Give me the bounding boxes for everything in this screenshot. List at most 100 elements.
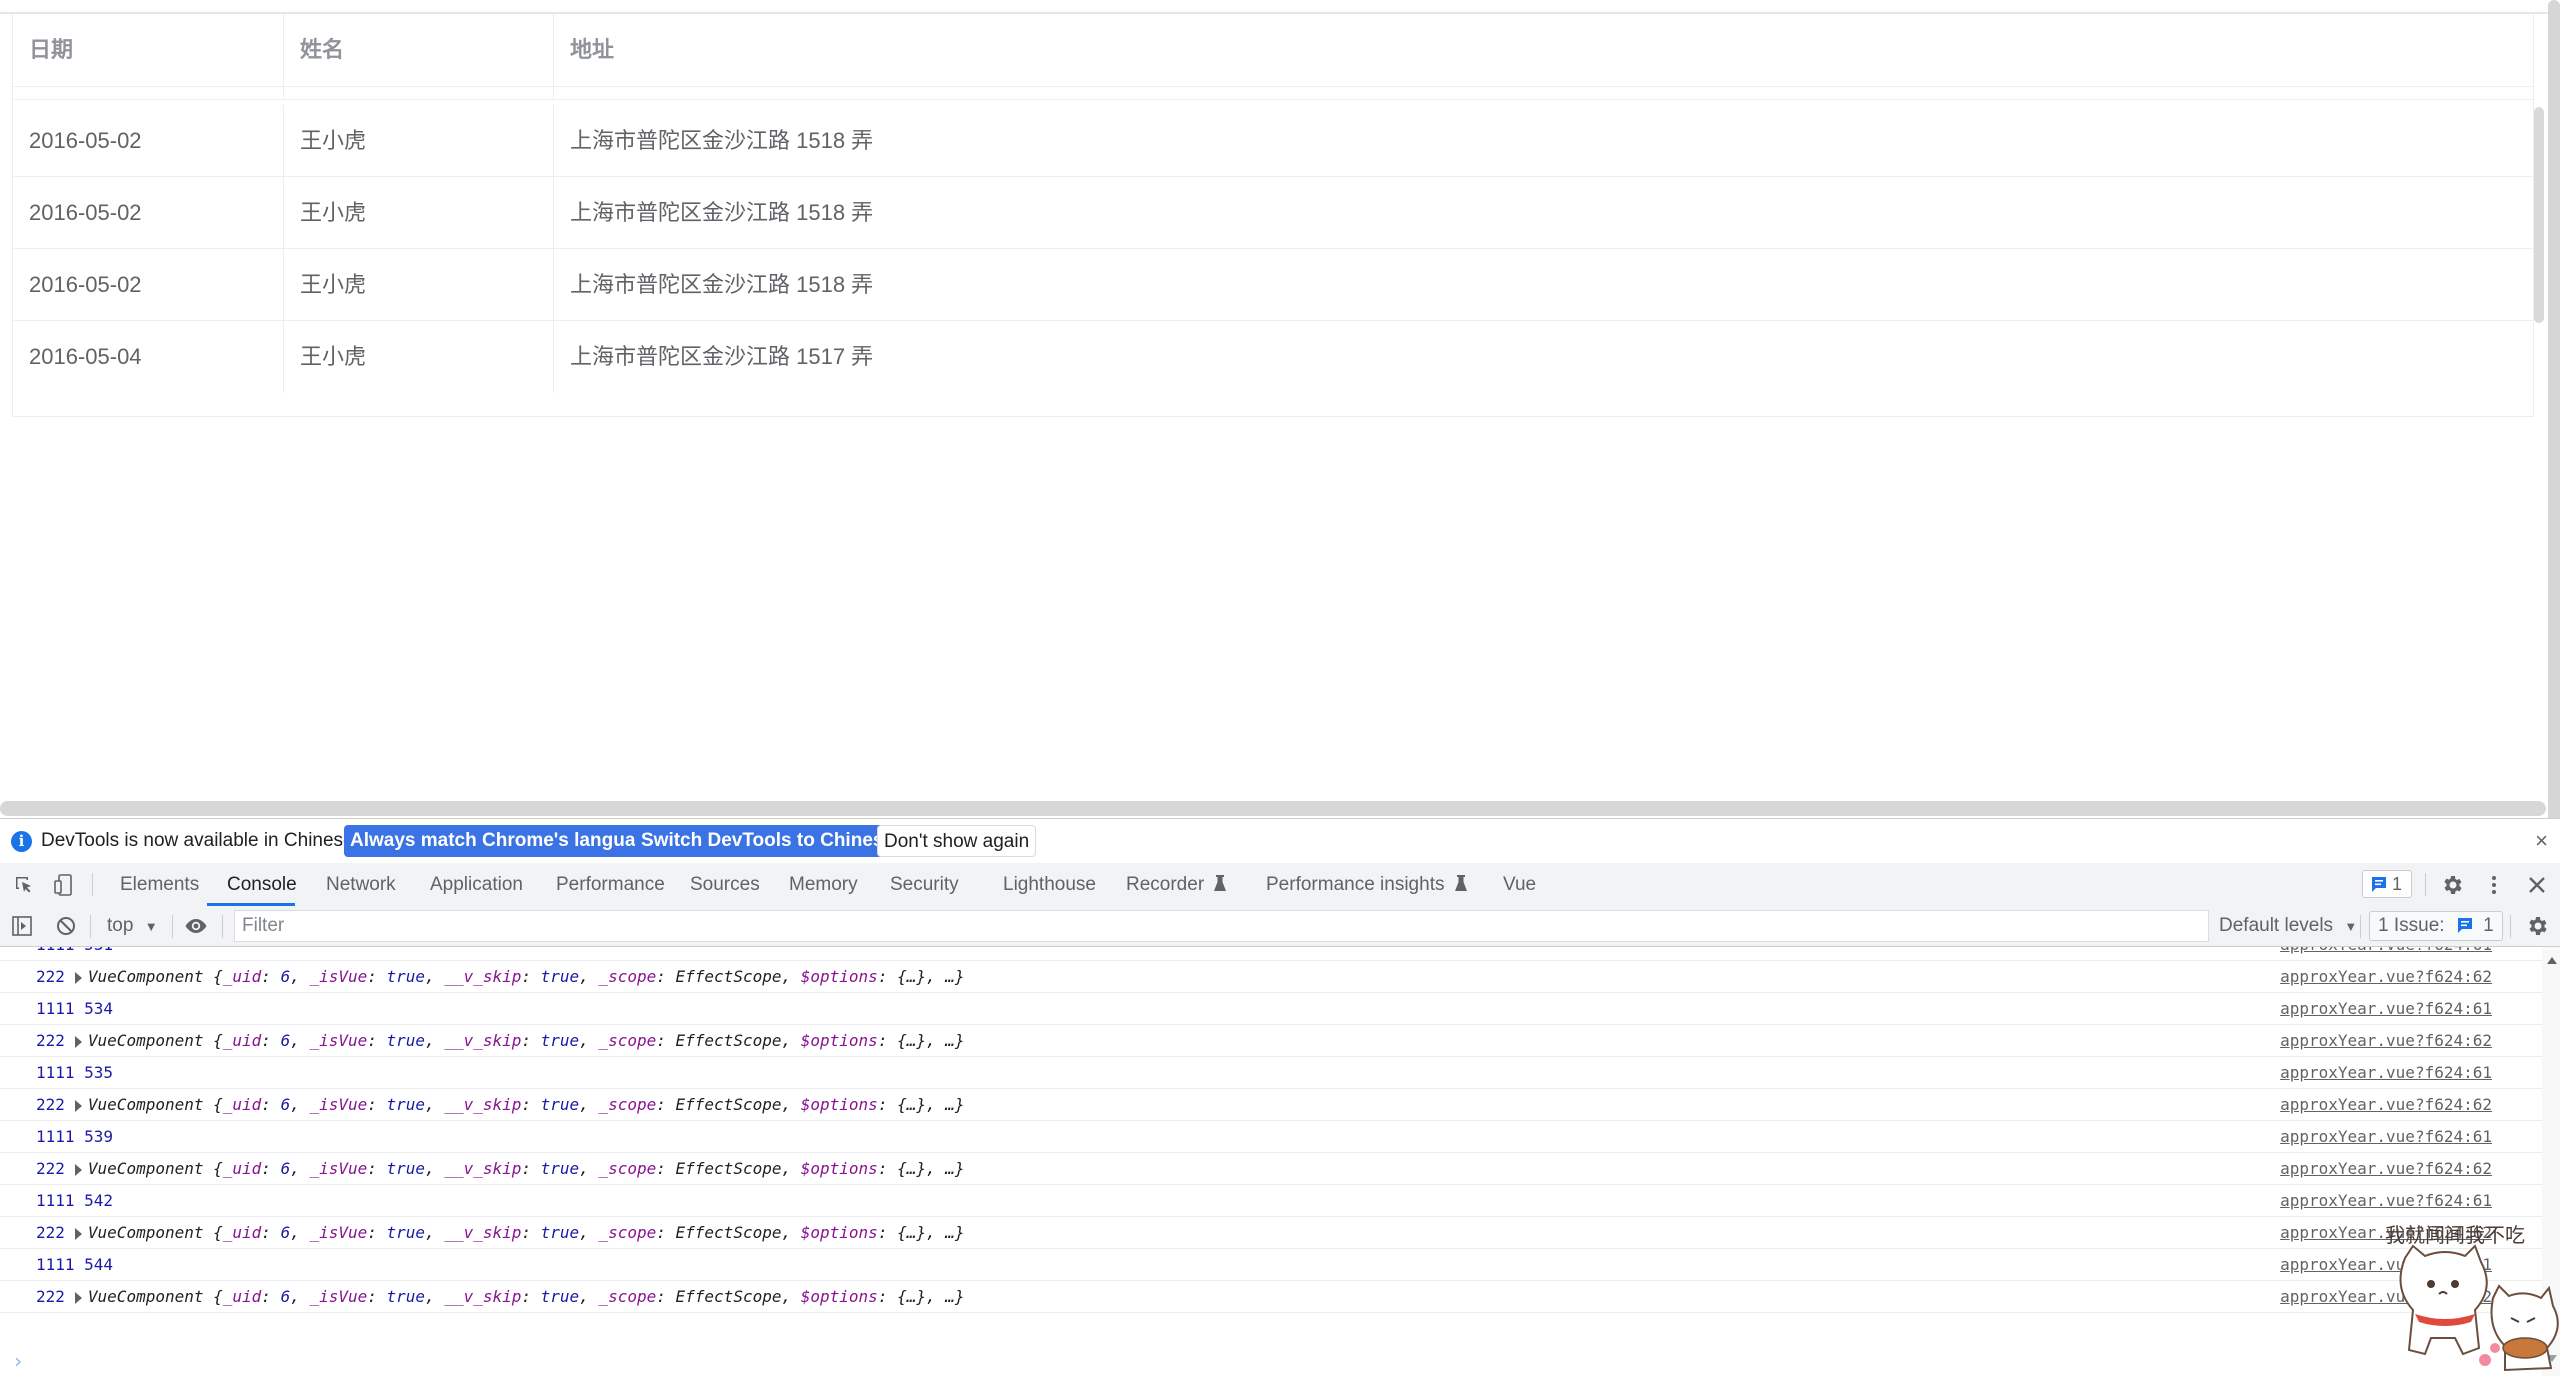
separator <box>172 915 173 938</box>
source-link[interactable]: approxYear.vue?f624:62 <box>2280 1025 2492 1056</box>
page-vertical-scrollbar[interactable] <box>2548 0 2560 818</box>
object-preview[interactable]: VueComponent {_uid: 6, _isVue: true, __v… <box>88 1223 965 1242</box>
cat-left <box>2399 1244 2488 1356</box>
source-link[interactable]: approxYear.vue?f624:62 <box>2280 1089 2492 1120</box>
console-settings-icon[interactable] <box>2525 914 2549 938</box>
tab-memory[interactable]: Memory <box>789 863 858 906</box>
expand-triangle-icon[interactable] <box>74 971 82 984</box>
flask-icon <box>1214 875 1227 891</box>
gear-icon[interactable] <box>2440 873 2464 897</box>
expand-triangle-icon[interactable] <box>74 1035 82 1048</box>
tab-application[interactable]: Application <box>430 863 523 906</box>
header-name[interactable]: 姓名 <box>284 14 554 86</box>
tab-sources[interactable]: Sources <box>690 863 760 906</box>
object-preview[interactable]: VueComponent {_uid: 6, _isVue: true, __v… <box>88 967 965 986</box>
expand-triangle-icon[interactable] <box>74 1227 82 1240</box>
page-horizontal-scrollbar[interactable] <box>0 801 2546 816</box>
log-value: 1111 544 <box>36 1255 114 1274</box>
cat-right <box>2490 1284 2559 1372</box>
console-row[interactable]: 222 VueComponent {_uid: 6, _isVue: true, … <box>0 1025 2542 1057</box>
tab-vue[interactable]: Vue <box>1503 863 1536 906</box>
tab-recorder[interactable]: Recorder <box>1126 863 1227 906</box>
cell-address: 上海市普陀区金沙江路 1518 弄 <box>570 128 874 153</box>
devtools-tab-bar: Elements Console Network Application Per… <box>0 863 2560 907</box>
table-row[interactable]: 2016-05-04 王小虎 上海市普陀区金沙江路 1517 弄 <box>13 321 2533 393</box>
console-row[interactable]: 1111 531 approxYear.vue?f624:61 <box>0 947 2542 961</box>
log-prefix: 222 <box>36 1159 65 1178</box>
issues-count-button[interactable]: 1 Issue: 1 <box>2369 911 2503 941</box>
console-row[interactable]: 1111 535 approxYear.vue?f624:61 <box>0 1057 2542 1089</box>
close-icon[interactable]: × <box>2535 819 2548 863</box>
object-preview[interactable]: VueComponent {_uid: 6, _isVue: true, __v… <box>88 1159 965 1178</box>
object-preview[interactable]: VueComponent {_uid: 6, _isVue: true, __v… <box>88 1031 965 1050</box>
separator <box>2510 915 2511 938</box>
table-row[interactable]: 2016-05-02 王小虎 上海市普陀区金沙江路 1518 弄 <box>13 105 2533 177</box>
tab-lighthouse[interactable]: Lighthouse <box>1003 863 1096 906</box>
scroll-up-arrow-icon[interactable] <box>2547 957 2557 964</box>
infobar-message: DevTools is now available in Chinese! <box>41 830 359 851</box>
devtools-panel: i DevTools is now available in Chinese! … <box>0 818 2560 1376</box>
console-row[interactable]: 222 VueComponent {_uid: 6, _isVue: true, … <box>0 1281 2542 1313</box>
console-output: 1111 531 approxYear.vue?f624:61 222 VueComp… <box>0 947 2542 1376</box>
tab-network[interactable]: Network <box>326 863 396 906</box>
object-preview[interactable]: VueComponent {_uid: 6, _isVue: true, __v… <box>88 1095 965 1114</box>
log-levels-select[interactable]: Default levels ▼ <box>2219 906 2357 947</box>
tab-console[interactable]: Console <box>227 863 297 906</box>
log-prefix: 222 <box>36 1287 65 1306</box>
console-row[interactable]: 1111 544 approxYear.vue?f624:61 <box>0 1249 2542 1281</box>
console-message: 1111 542 <box>36 1185 113 1216</box>
switch-to-chinese-button[interactable]: Switch DevTools to Chinese <box>635 825 901 857</box>
log-value: 1111 534 <box>36 999 114 1018</box>
source-link[interactable]: approxYear.vue?f624:62 <box>2280 961 2492 992</box>
separator <box>92 873 93 896</box>
expand-triangle-icon[interactable] <box>74 1291 82 1304</box>
source-link[interactable]: approxYear.vue?f624:61 <box>2280 993 2492 1024</box>
inspect-element-icon[interactable] <box>12 873 36 897</box>
source-link[interactable]: approxYear.vue?f624:61 <box>2280 1121 2492 1152</box>
console-toolbar: top ▼ Filter Default levels ▼ 1 Issue: 1 <box>0 906 2560 947</box>
console-row[interactable]: 1111 542 approxYear.vue?f624:61 <box>0 1185 2542 1217</box>
tab-performance-insights[interactable]: Performance insights <box>1266 863 1468 906</box>
sidebar-toggle-icon[interactable] <box>10 914 34 938</box>
close-devtools-icon[interactable] <box>2525 873 2549 897</box>
cell-name: 王小虎 <box>284 105 554 177</box>
clear-console-icon[interactable] <box>54 914 78 938</box>
console-row[interactable]: 222 VueComponent {_uid: 6, _isVue: true, … <box>0 1217 2542 1249</box>
log-levels-value: Default levels <box>2219 915 2334 936</box>
eye-icon[interactable] <box>184 914 208 938</box>
console-row[interactable]: 222 VueComponent {_uid: 6, _isVue: true, … <box>0 961 2542 993</box>
table-row[interactable]: 2016-05-02 王小虎 上海市普陀区金沙江路 1518 弄 <box>13 177 2533 249</box>
table-row[interactable]: 2016-05-02 王小虎 上海市普陀区金沙江路 1518 弄 <box>13 249 2533 321</box>
more-options-icon[interactable] <box>2482 873 2506 897</box>
message-icon <box>2372 877 2386 892</box>
expand-triangle-icon[interactable] <box>74 1099 82 1112</box>
source-link[interactable]: approxYear.vue?f624:61 <box>2280 947 2492 960</box>
tab-elements[interactable]: Elements <box>120 863 199 906</box>
tab-performance[interactable]: Performance <box>556 863 665 906</box>
cell-name: 王小虎 <box>284 177 554 249</box>
context-select[interactable]: top ▼ <box>107 906 158 947</box>
dropdown-arrow-icon: ▼ <box>2344 919 2358 934</box>
source-link[interactable]: approxYear.vue?f624:62 <box>2280 1153 2492 1184</box>
object-preview[interactable]: VueComponent {_uid: 6, _isVue: true, __v… <box>88 1287 965 1306</box>
console-row[interactable]: 1111 539 approxYear.vue?f624:61 <box>0 1121 2542 1153</box>
always-match-language-button[interactable]: Always match Chrome's language <box>344 825 664 857</box>
device-toolbar-icon[interactable] <box>52 873 76 897</box>
console-row[interactable]: 222 VueComponent {_uid: 6, _isVue: true, … <box>0 1153 2542 1185</box>
issues-badge-button[interactable]: 1 <box>2362 870 2412 898</box>
console-row[interactable]: 222 VueComponent {_uid: 6, _isVue: true, … <box>0 1089 2542 1121</box>
console-prompt[interactable]: › <box>12 1349 24 1373</box>
filter-input[interactable]: Filter <box>234 910 2209 942</box>
table-scrollbar-thumb[interactable] <box>2534 107 2544 323</box>
dont-show-again-button[interactable]: Don't show again <box>877 825 1037 857</box>
console-row[interactable]: 1111 534 approxYear.vue?f624:61 <box>0 993 2542 1025</box>
language-infobar: i DevTools is now available in Chinese! … <box>0 819 2560 864</box>
header-date[interactable]: 日期 <box>13 14 284 86</box>
tab-security[interactable]: Security <box>890 863 959 906</box>
expand-triangle-icon[interactable] <box>74 1163 82 1176</box>
source-link[interactable]: approxYear.vue?f624:61 <box>2280 1057 2492 1088</box>
header-address[interactable]: 地址 <box>554 14 2533 86</box>
console-message: 222 VueComponent {_uid: 6, _isVue: true, … <box>36 1153 965 1184</box>
issues-label: 1 Issue: <box>2378 915 2445 936</box>
source-link[interactable]: approxYear.vue?f624:61 <box>2280 1185 2492 1216</box>
